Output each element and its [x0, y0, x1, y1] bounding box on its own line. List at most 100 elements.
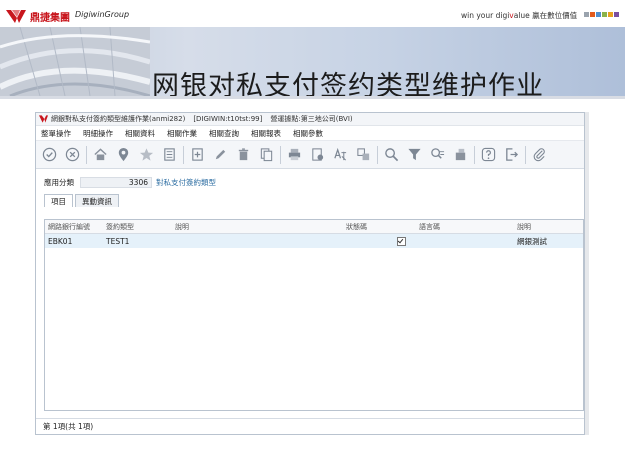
accent-square: [614, 12, 619, 17]
app-window: 網銀對私支付簽約類型維護作業(anmi282) [DIGIWIN:t10tst:…: [35, 112, 585, 435]
slide-header: 鼎捷集團 DigiwinGroup win your digivalue 贏在數…: [0, 0, 625, 102]
cell-status: [386, 236, 416, 246]
toolbar-separator: [183, 145, 184, 164]
toolbar: [36, 141, 584, 169]
column-header-status[interactable]: 狀態碼: [343, 222, 386, 232]
app-category-field[interactable]: 3306: [80, 176, 152, 188]
report-button[interactable]: [354, 145, 373, 164]
print-icon: [288, 148, 301, 161]
menu-item-related-data[interactable]: 相關資料: [125, 128, 155, 139]
tab-strip: 項目 異動資訊: [44, 194, 584, 208]
accent-square: [608, 12, 613, 17]
filter-icon: [408, 148, 421, 161]
filter-row: 應用分類 3306 對私支付簽約類型: [36, 174, 584, 190]
tag-icon: [455, 148, 466, 161]
report-icon: [357, 148, 370, 161]
attachment-button[interactable]: [530, 145, 549, 164]
menu-item-related-report[interactable]: 相關報表: [251, 128, 281, 139]
logo-chinese: 鼎捷集團: [30, 13, 70, 24]
cancel-icon: [65, 147, 80, 162]
exit-button[interactable]: [502, 145, 521, 164]
menu-item-related-params[interactable]: 相關參數: [293, 128, 323, 139]
toolbar-separator: [525, 145, 526, 164]
window-org: 營運據點:第三地公司(BVI): [270, 115, 353, 123]
attachment-icon: [533, 148, 545, 162]
cell-bank-no[interactable]: EBK01: [45, 237, 103, 246]
cell-sign-type[interactable]: TEST1: [103, 237, 172, 246]
header-divider: [0, 96, 625, 99]
confirm-icon: [42, 147, 57, 162]
data-grid: 網路銀行編號 簽約類型 說明 狀態碼 語言碼 說明 EBK01 TEST1 網銀…: [44, 219, 584, 411]
cancel-button[interactable]: [63, 145, 82, 164]
accent-square: [602, 12, 607, 17]
menu-item-related-query[interactable]: 相關查詢: [209, 128, 239, 139]
confirm-button[interactable]: [40, 145, 59, 164]
tagline: win your digivalue 贏在數位價值: [461, 11, 578, 20]
add-button[interactable]: [188, 145, 207, 164]
app-logo-icon: [39, 115, 48, 123]
status-bar: 第 1項(共 1項): [36, 418, 584, 434]
print-button[interactable]: [285, 145, 304, 164]
logo-english: DigiwinGroup: [75, 10, 130, 19]
window-env: [DIGIWIN:t10tst:99]: [193, 115, 263, 123]
copy-button[interactable]: [257, 145, 276, 164]
tab-change-info[interactable]: 異動資訊: [75, 194, 119, 207]
toolbar-separator: [377, 145, 378, 164]
column-header-language[interactable]: 語言碼: [416, 222, 514, 232]
delete-icon: [238, 148, 249, 161]
window-titlebar: 網銀對私支付簽約類型維護作業(anmi282) [DIGIWIN:t10tst:…: [36, 113, 584, 126]
accent-square: [584, 12, 589, 17]
list-button[interactable]: [160, 145, 179, 164]
menubar: 整單操作 明細操作 相關資料 相關作業 相關查詢 相關報表 相關參數: [36, 126, 584, 141]
accent-square: [590, 12, 595, 17]
tag-button[interactable]: [451, 145, 470, 164]
locate-button[interactable]: [114, 145, 133, 164]
staircase-image: [0, 27, 150, 96]
title-banner: 网银对私支付签约类型维护作业: [0, 27, 625, 102]
column-header-bank-no[interactable]: 網路銀行編號: [45, 222, 103, 232]
delete-button[interactable]: [234, 145, 253, 164]
favorite-button[interactable]: [137, 145, 156, 164]
translate-button[interactable]: [331, 145, 350, 164]
app-category-label: 應用分類: [44, 177, 74, 187]
toolbar-separator: [280, 145, 281, 164]
column-header-sign-type[interactable]: 簽約類型: [103, 222, 172, 232]
help-button[interactable]: [479, 145, 498, 164]
cell-lang-description[interactable]: 網銀測試: [514, 236, 583, 247]
copy-icon: [260, 148, 273, 162]
record-count: 第 1項(共 1項): [43, 422, 94, 431]
query-icon: [431, 148, 445, 159]
window-title: 網銀對私支付簽約類型維護作業(anmi282): [51, 115, 186, 123]
add-icon: [192, 148, 203, 161]
favorite-icon: [139, 148, 154, 161]
accent-squares: [584, 12, 619, 17]
menu-item-detail[interactable]: 明細操作: [83, 128, 113, 139]
edit-button[interactable]: [211, 145, 230, 164]
column-header-lang-description[interactable]: 說明: [514, 222, 583, 232]
status-checkbox[interactable]: [396, 236, 406, 246]
toolbar-separator: [474, 145, 475, 164]
window-shadow: [585, 112, 589, 435]
digiwin-logo-icon: [6, 10, 26, 23]
edit-icon: [215, 149, 226, 160]
accent-square: [596, 12, 601, 17]
column-header-description[interactable]: 說明: [172, 222, 343, 232]
toolbar-separator: [86, 145, 87, 164]
menu-item-whole-doc[interactable]: 整單操作: [41, 128, 71, 139]
query-button[interactable]: [428, 145, 447, 164]
export-icon: [312, 148, 324, 161]
grid-header: 網路銀行編號 簽約類型 說明 狀態碼 語言碼 說明: [45, 220, 583, 234]
exit-icon: [506, 148, 519, 161]
locate-icon: [118, 147, 129, 162]
home-button[interactable]: [91, 145, 110, 164]
export-button[interactable]: [308, 145, 327, 164]
tab-items[interactable]: 項目: [44, 194, 73, 207]
search-button[interactable]: [382, 145, 401, 164]
table-row[interactable]: EBK01 TEST1 網銀測試: [45, 234, 583, 248]
translate-icon: [334, 147, 347, 161]
help-icon: [481, 147, 496, 162]
menu-item-related-jobs[interactable]: 相關作業: [167, 128, 197, 139]
search-icon: [385, 148, 399, 162]
filter-button[interactable]: [405, 145, 424, 164]
app-category-description: 對私支付簽約類型: [156, 177, 216, 187]
